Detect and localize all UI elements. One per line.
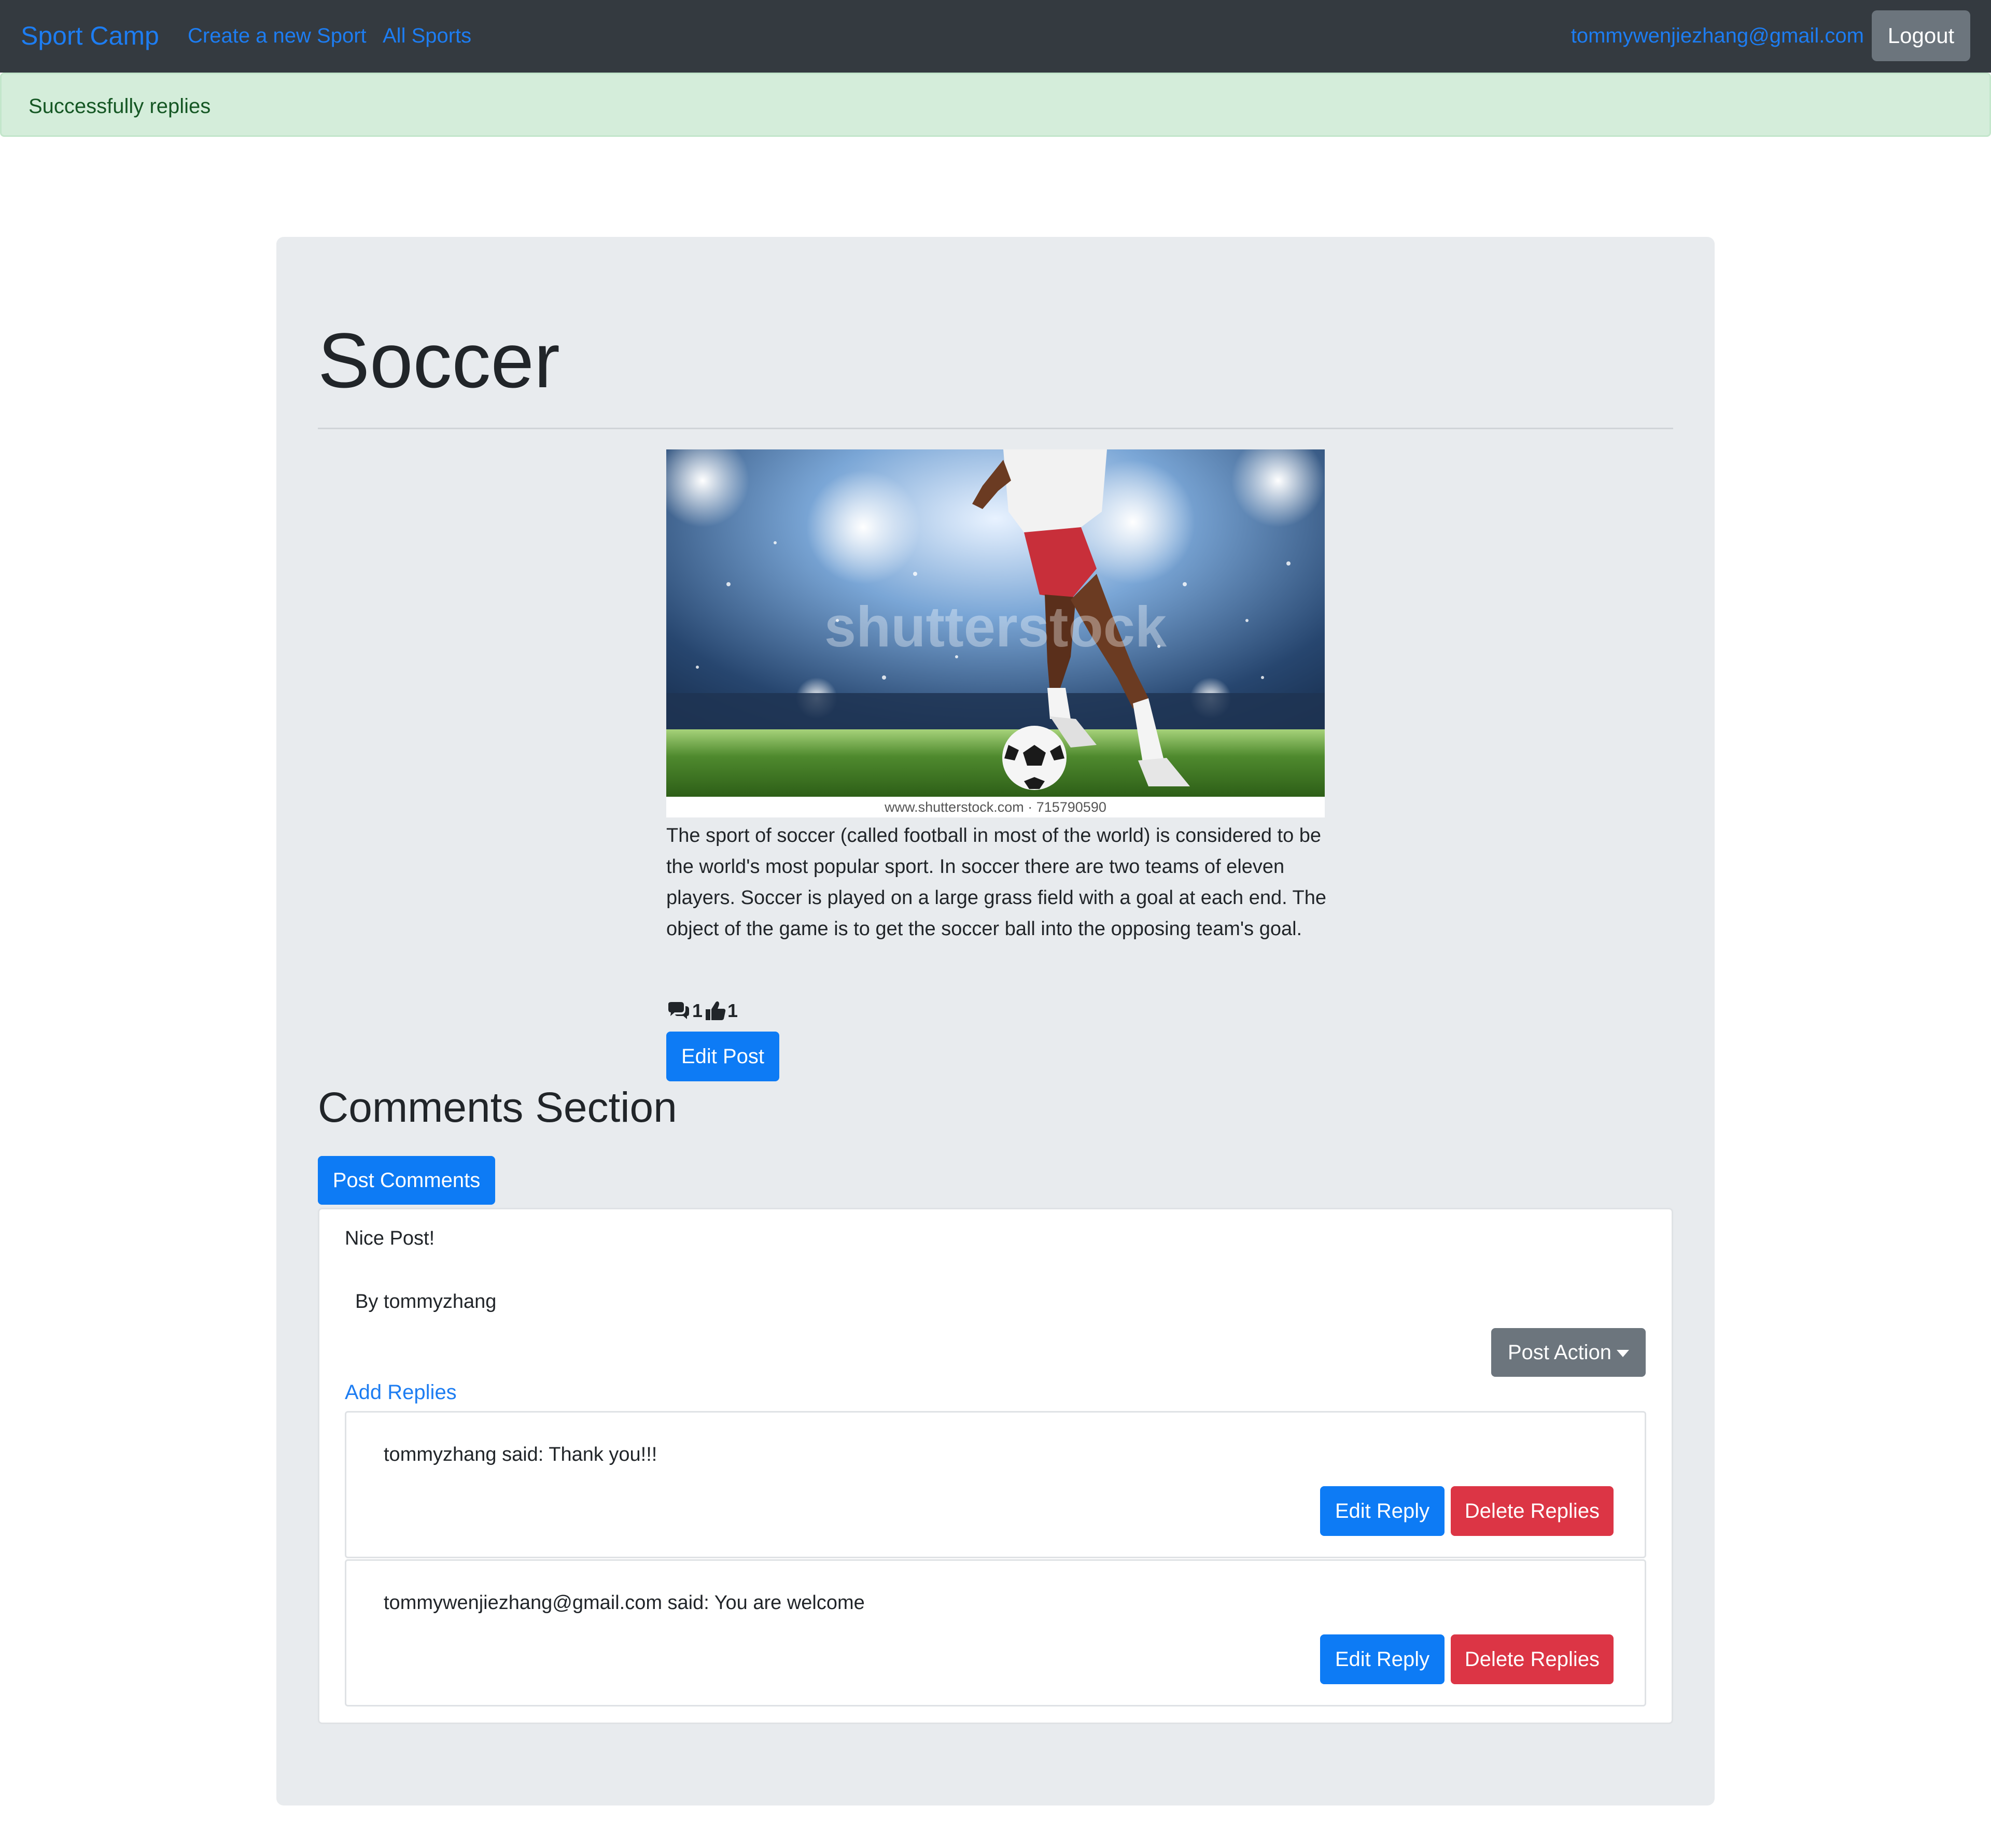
brand-link[interactable]: Sport Camp (21, 21, 159, 51)
title-divider (318, 428, 1673, 429)
comment-text: Nice Post! (345, 1228, 435, 1249)
soccer-photo: shutterstock (666, 449, 1325, 797)
image-caption: www.shutterstock.com · 715790590 (666, 797, 1325, 817)
thumbs-up-icon[interactable] (705, 1000, 726, 1021)
reply-text: tommyzhang said: Thank you!!! (384, 1444, 657, 1465)
comments-heading: Comments Section (318, 1084, 677, 1131)
delete-reply-button[interactable]: Delete Replies (1451, 1486, 1614, 1536)
comment-count: 1 (692, 1000, 703, 1021)
reply-card: tommyzhang said: Thank you!!! Edit Reply… (345, 1411, 1646, 1558)
alert-message: Successfully replies (29, 95, 211, 118)
post-action-label: Post Action (1507, 1341, 1612, 1364)
edit-reply-button[interactable]: Edit Reply (1320, 1486, 1445, 1536)
nav-all-sports-link[interactable]: All Sports (383, 24, 471, 48)
navbar: Sport Camp Create a new Sport All Sports… (0, 0, 1991, 73)
comments-icon (666, 1001, 691, 1021)
logout-button[interactable]: Logout (1872, 10, 1970, 61)
edit-post-button[interactable]: Edit Post (666, 1032, 779, 1081)
edit-reply-button[interactable]: Edit Reply (1320, 1634, 1445, 1684)
nav-create-sport-link[interactable]: Create a new Sport (188, 24, 367, 48)
post-action-dropdown[interactable]: Post Action (1491, 1328, 1646, 1377)
reply-text: tommywenjiezhang@gmail.com said: You are… (384, 1592, 865, 1614)
success-alert: Successfully replies (0, 73, 1991, 137)
page-title: Soccer (318, 317, 560, 404)
watermark-text: shutterstock (824, 595, 1167, 659)
add-replies-link[interactable]: Add Replies (345, 1381, 457, 1404)
reply-card: tommywenjiezhang@gmail.com said: You are… (345, 1559, 1646, 1706)
comment-author: By tommyzhang (355, 1291, 497, 1313)
delete-reply-button[interactable]: Delete Replies (1451, 1634, 1614, 1684)
post-stats: 1 1 (666, 998, 740, 1024)
like-count: 1 (727, 1000, 738, 1021)
post-image: shutterstock www.shutterstock.com · 7157… (666, 449, 1325, 817)
post-description: The sport of soccer (called football in … (666, 825, 1327, 940)
user-email-link[interactable]: tommywenjiezhang@gmail.com (1571, 24, 1864, 48)
caret-down-icon (1617, 1349, 1630, 1357)
post-comments-button[interactable]: Post Comments (318, 1156, 495, 1205)
